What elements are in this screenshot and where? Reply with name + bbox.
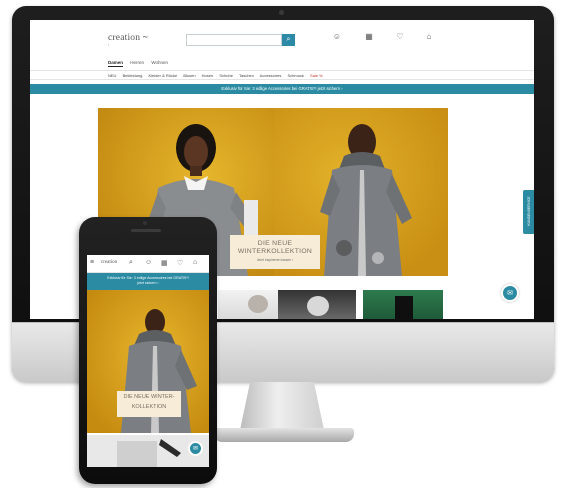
monitor-stand <box>240 382 324 430</box>
category-item[interactable]: Bekleidung <box>123 73 143 78</box>
mobile-logo[interactable]: creation <box>101 260 117 265</box>
mobile-header: ≡ creation ⌕ ☺ ▦ ♡ ⌂ <box>87 255 209 273</box>
search-button[interactable]: ⌕ <box>282 34 295 46</box>
cart-icon: ⌂ <box>426 32 432 41</box>
chat-icon: ✉ <box>507 290 513 297</box>
site-header: creation ~ l ⌕ ☺ ▦ ♡ ⌂ <box>30 20 534 56</box>
monitor-base <box>214 428 354 442</box>
mobile-screen: ≡ creation ⌕ ☺ ▦ ♡ ⌂ Exklusiv für Sie: 3… <box>87 255 209 467</box>
mobile-hero-headline-line1: DIE NEUE WINTER- <box>123 394 175 400</box>
monitor-camera <box>279 10 284 15</box>
thumb-image <box>395 296 413 319</box>
mobile-chat-button[interactable]: ✉ <box>188 441 203 456</box>
hero-headline-line2: WINTERKOLLEKTION <box>237 248 313 255</box>
category-nav: NEU Bekleidung Kleider & Röcke Blusen Ho… <box>30 70 534 80</box>
category-item[interactable]: Kleider & Röcke <box>149 73 178 78</box>
catalog-icon[interactable]: ▦ <box>161 259 168 267</box>
category-item-sale[interactable]: Sale % <box>310 73 323 78</box>
account-icon: ☺ <box>332 32 342 41</box>
tab-damen[interactable]: Damen <box>108 60 124 67</box>
customer-service-tab[interactable]: KUNDENSERVICE <box>523 190 534 234</box>
mobile-promo-banner[interactable]: Exklusiv für Sie: 3 edlige Accessoires b… <box>87 273 209 290</box>
catalog-icon: ▦ <box>365 32 373 41</box>
product-thumb[interactable] <box>278 290 356 319</box>
wishlist-button[interactable]: ♡ <box>385 32 415 43</box>
search-icon: ⌕ <box>286 36 291 43</box>
mobile-hero-caption-card[interactable]: DIE NEUE WINTER- KOLLEKTION <box>117 391 181 417</box>
category-item[interactable]: Taschen <box>239 73 254 78</box>
tab-herren[interactable]: Herren <box>130 60 144 65</box>
chat-icon: ✉ <box>192 446 199 452</box>
category-item[interactable]: Schmuck <box>287 73 303 78</box>
cart-icon[interactable]: ⌂ <box>193 259 197 266</box>
mobile-hero-headline-line2: KOLLEKTION <box>131 403 167 410</box>
search-icon[interactable]: ⌕ <box>129 259 133 267</box>
thumb-image <box>307 296 329 316</box>
catalog-button[interactable]: ▦ <box>354 32 384 43</box>
menu-icon[interactable]: ≡ <box>90 259 94 266</box>
wishlist-icon[interactable]: ♡ <box>177 259 183 267</box>
hero-caption-card[interactable]: DIE NEUE WINTERKOLLEKTION Jetzt inspirie… <box>230 235 320 269</box>
category-item[interactable]: Hosen <box>202 73 214 78</box>
cart-button[interactable]: ⌂ <box>414 32 444 43</box>
side-tab-label: KUNDENSERVICE <box>527 196 531 226</box>
mobile-promo-line2: jetzt sichern › <box>137 281 159 285</box>
logo-text: creation <box>108 33 141 43</box>
category-item[interactable]: NEU <box>108 73 116 78</box>
account-button[interactable]: ☺ <box>322 32 352 43</box>
phone-speaker <box>131 229 161 232</box>
mobile-phone: ≡ creation ⌕ ☺ ▦ ♡ ⌂ Exklusiv für Sie: 3… <box>79 217 217 484</box>
tab-wohnen[interactable]: Wohnen <box>151 60 168 65</box>
category-item[interactable]: Blusen <box>183 73 195 78</box>
product-thumb[interactable] <box>363 290 443 319</box>
category-item[interactable]: Accessoires <box>260 73 282 78</box>
logo-tagline: l <box>108 43 109 47</box>
account-icon[interactable]: ☺ <box>145 259 152 266</box>
promo-banner[interactable]: Exklusiv für Sie: 3 edlige Accessoires b… <box>30 84 534 94</box>
hero-headline-line1: DIE NEUE <box>257 240 293 247</box>
chat-button[interactable]: ✉ <box>501 284 519 302</box>
logo-mark: ~ <box>142 32 148 42</box>
site-logo[interactable]: creation ~ <box>108 32 148 43</box>
hero-cta[interactable]: Jetzt inspirieren lassen › <box>230 258 320 262</box>
category-item[interactable]: Schuhe <box>219 73 233 78</box>
search-input[interactable] <box>186 34 282 46</box>
wishlist-icon: ♡ <box>396 32 404 41</box>
gender-tabs: Damen Herren Wohnen <box>108 60 174 67</box>
phone-camera <box>143 221 147 225</box>
